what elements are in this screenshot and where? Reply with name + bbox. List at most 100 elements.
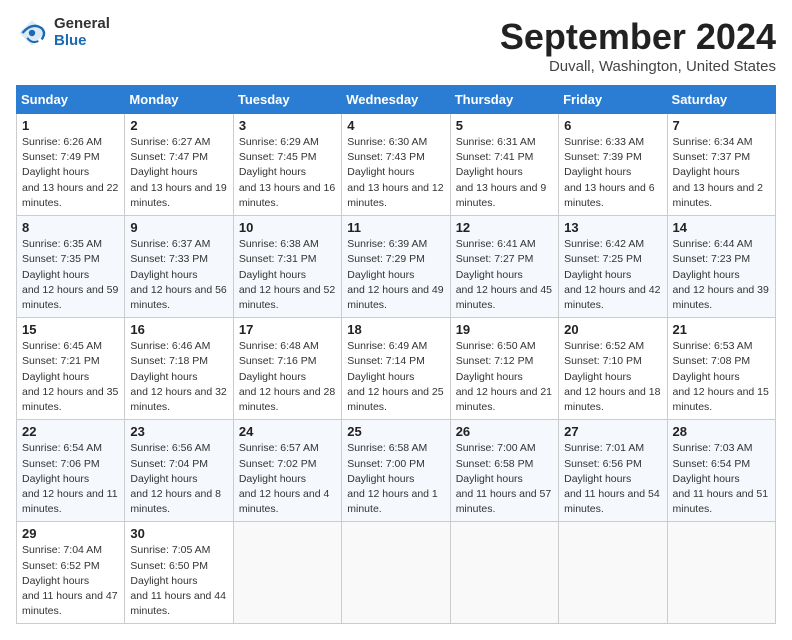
day-number: 23 [130, 424, 227, 439]
day-info: Sunrise: 6:35 AM Sunset: 7:35 PM Dayligh… [22, 237, 119, 313]
day-info: Sunrise: 6:34 AM Sunset: 7:37 PM Dayligh… [673, 135, 770, 211]
calendar-cell: 15 Sunrise: 6:45 AM Sunset: 7:21 PM Dayl… [17, 318, 125, 420]
day-number: 25 [347, 424, 444, 439]
calendar-cell [667, 522, 775, 624]
calendar-cell: 14 Sunrise: 6:44 AM Sunset: 7:23 PM Dayl… [667, 216, 775, 318]
logo: General Blue [16, 16, 110, 49]
weekday-header-sunday: Sunday [17, 86, 125, 114]
calendar-cell: 12 Sunrise: 6:41 AM Sunset: 7:27 PM Dayl… [450, 216, 558, 318]
location-title: Duvall, Washington, United States [500, 58, 776, 75]
logo-text: General Blue [54, 16, 110, 49]
calendar-cell: 30 Sunrise: 7:05 AM Sunset: 6:50 PM Dayl… [125, 522, 233, 624]
day-info: Sunrise: 6:44 AM Sunset: 7:23 PM Dayligh… [673, 237, 770, 313]
calendar-cell: 10 Sunrise: 6:38 AM Sunset: 7:31 PM Dayl… [233, 216, 341, 318]
day-number: 21 [673, 322, 770, 337]
calendar-cell: 1 Sunrise: 6:26 AM Sunset: 7:49 PM Dayli… [17, 114, 125, 216]
day-number: 17 [239, 322, 336, 337]
calendar-week-1: 1 Sunrise: 6:26 AM Sunset: 7:49 PM Dayli… [17, 114, 776, 216]
day-info: Sunrise: 6:39 AM Sunset: 7:29 PM Dayligh… [347, 237, 444, 313]
day-number: 20 [564, 322, 661, 337]
day-number: 18 [347, 322, 444, 337]
calendar-cell: 7 Sunrise: 6:34 AM Sunset: 7:37 PM Dayli… [667, 114, 775, 216]
calendar-cell [559, 522, 667, 624]
day-number: 6 [564, 118, 661, 133]
calendar-cell [342, 522, 450, 624]
day-info: Sunrise: 6:30 AM Sunset: 7:43 PM Dayligh… [347, 135, 444, 211]
day-info: Sunrise: 6:57 AM Sunset: 7:02 PM Dayligh… [239, 441, 336, 517]
calendar-cell: 11 Sunrise: 6:39 AM Sunset: 7:29 PM Dayl… [342, 216, 450, 318]
day-info: Sunrise: 6:27 AM Sunset: 7:47 PM Dayligh… [130, 135, 227, 211]
calendar-cell: 26 Sunrise: 7:00 AM Sunset: 6:58 PM Dayl… [450, 420, 558, 522]
calendar-cell: 19 Sunrise: 6:50 AM Sunset: 7:12 PM Dayl… [450, 318, 558, 420]
day-info: Sunrise: 6:41 AM Sunset: 7:27 PM Dayligh… [456, 237, 553, 313]
day-info: Sunrise: 6:42 AM Sunset: 7:25 PM Dayligh… [564, 237, 661, 313]
day-number: 22 [22, 424, 119, 439]
day-number: 5 [456, 118, 553, 133]
calendar-cell: 3 Sunrise: 6:29 AM Sunset: 7:45 PM Dayli… [233, 114, 341, 216]
day-number: 13 [564, 220, 661, 235]
day-number: 11 [347, 220, 444, 235]
day-info: Sunrise: 6:38 AM Sunset: 7:31 PM Dayligh… [239, 237, 336, 313]
day-info: Sunrise: 6:33 AM Sunset: 7:39 PM Dayligh… [564, 135, 661, 211]
day-info: Sunrise: 7:05 AM Sunset: 6:50 PM Dayligh… [130, 543, 227, 619]
calendar-cell: 9 Sunrise: 6:37 AM Sunset: 7:33 PM Dayli… [125, 216, 233, 318]
weekday-header-thursday: Thursday [450, 86, 558, 114]
calendar-cell: 13 Sunrise: 6:42 AM Sunset: 7:25 PM Dayl… [559, 216, 667, 318]
day-number: 19 [456, 322, 553, 337]
day-number: 1 [22, 118, 119, 133]
day-number: 9 [130, 220, 227, 235]
calendar-cell: 20 Sunrise: 6:52 AM Sunset: 7:10 PM Dayl… [559, 318, 667, 420]
calendar-cell: 4 Sunrise: 6:30 AM Sunset: 7:43 PM Dayli… [342, 114, 450, 216]
day-number: 28 [673, 424, 770, 439]
day-number: 8 [22, 220, 119, 235]
logo-line2: Blue [54, 33, 110, 50]
calendar-header-row: SundayMondayTuesdayWednesdayThursdayFrid… [17, 86, 776, 114]
calendar-cell: 16 Sunrise: 6:46 AM Sunset: 7:18 PM Dayl… [125, 318, 233, 420]
calendar-week-3: 15 Sunrise: 6:45 AM Sunset: 7:21 PM Dayl… [17, 318, 776, 420]
day-info: Sunrise: 6:49 AM Sunset: 7:14 PM Dayligh… [347, 339, 444, 415]
day-info: Sunrise: 7:03 AM Sunset: 6:54 PM Dayligh… [673, 441, 770, 517]
day-number: 7 [673, 118, 770, 133]
day-info: Sunrise: 6:31 AM Sunset: 7:41 PM Dayligh… [456, 135, 553, 211]
day-info: Sunrise: 7:00 AM Sunset: 6:58 PM Dayligh… [456, 441, 553, 517]
day-info: Sunrise: 7:04 AM Sunset: 6:52 PM Dayligh… [22, 543, 119, 619]
calendar-week-2: 8 Sunrise: 6:35 AM Sunset: 7:35 PM Dayli… [17, 216, 776, 318]
calendar-week-5: 29 Sunrise: 7:04 AM Sunset: 6:52 PM Dayl… [17, 522, 776, 624]
calendar-cell: 6 Sunrise: 6:33 AM Sunset: 7:39 PM Dayli… [559, 114, 667, 216]
day-number: 26 [456, 424, 553, 439]
calendar-cell [233, 522, 341, 624]
weekday-header-saturday: Saturday [667, 86, 775, 114]
day-info: Sunrise: 6:54 AM Sunset: 7:06 PM Dayligh… [22, 441, 119, 517]
calendar-cell: 21 Sunrise: 6:53 AM Sunset: 7:08 PM Dayl… [667, 318, 775, 420]
calendar-cell: 27 Sunrise: 7:01 AM Sunset: 6:56 PM Dayl… [559, 420, 667, 522]
day-number: 30 [130, 526, 227, 541]
day-info: Sunrise: 6:58 AM Sunset: 7:00 PM Dayligh… [347, 441, 444, 517]
logo-icon [16, 17, 48, 49]
calendar-cell: 2 Sunrise: 6:27 AM Sunset: 7:47 PM Dayli… [125, 114, 233, 216]
calendar-table: SundayMondayTuesdayWednesdayThursdayFrid… [16, 85, 776, 624]
day-info: Sunrise: 6:37 AM Sunset: 7:33 PM Dayligh… [130, 237, 227, 313]
calendar-cell: 22 Sunrise: 6:54 AM Sunset: 7:06 PM Dayl… [17, 420, 125, 522]
month-title: September 2024 [500, 16, 776, 58]
day-info: Sunrise: 6:52 AM Sunset: 7:10 PM Dayligh… [564, 339, 661, 415]
day-info: Sunrise: 6:48 AM Sunset: 7:16 PM Dayligh… [239, 339, 336, 415]
calendar-cell: 29 Sunrise: 7:04 AM Sunset: 6:52 PM Dayl… [17, 522, 125, 624]
calendar-cell: 17 Sunrise: 6:48 AM Sunset: 7:16 PM Dayl… [233, 318, 341, 420]
day-info: Sunrise: 6:26 AM Sunset: 7:49 PM Dayligh… [22, 135, 119, 211]
day-number: 16 [130, 322, 227, 337]
day-info: Sunrise: 6:29 AM Sunset: 7:45 PM Dayligh… [239, 135, 336, 211]
calendar-cell: 28 Sunrise: 7:03 AM Sunset: 6:54 PM Dayl… [667, 420, 775, 522]
calendar-week-4: 22 Sunrise: 6:54 AM Sunset: 7:06 PM Dayl… [17, 420, 776, 522]
calendar-body: 1 Sunrise: 6:26 AM Sunset: 7:49 PM Dayli… [17, 114, 776, 624]
weekday-header-tuesday: Tuesday [233, 86, 341, 114]
day-number: 15 [22, 322, 119, 337]
calendar-cell: 18 Sunrise: 6:49 AM Sunset: 7:14 PM Dayl… [342, 318, 450, 420]
calendar-cell: 5 Sunrise: 6:31 AM Sunset: 7:41 PM Dayli… [450, 114, 558, 216]
day-number: 3 [239, 118, 336, 133]
day-number: 12 [456, 220, 553, 235]
page-header: General Blue September 2024 Duvall, Wash… [16, 16, 776, 75]
day-number: 14 [673, 220, 770, 235]
day-info: Sunrise: 6:56 AM Sunset: 7:04 PM Dayligh… [130, 441, 227, 517]
day-info: Sunrise: 6:53 AM Sunset: 7:08 PM Dayligh… [673, 339, 770, 415]
calendar-cell [450, 522, 558, 624]
